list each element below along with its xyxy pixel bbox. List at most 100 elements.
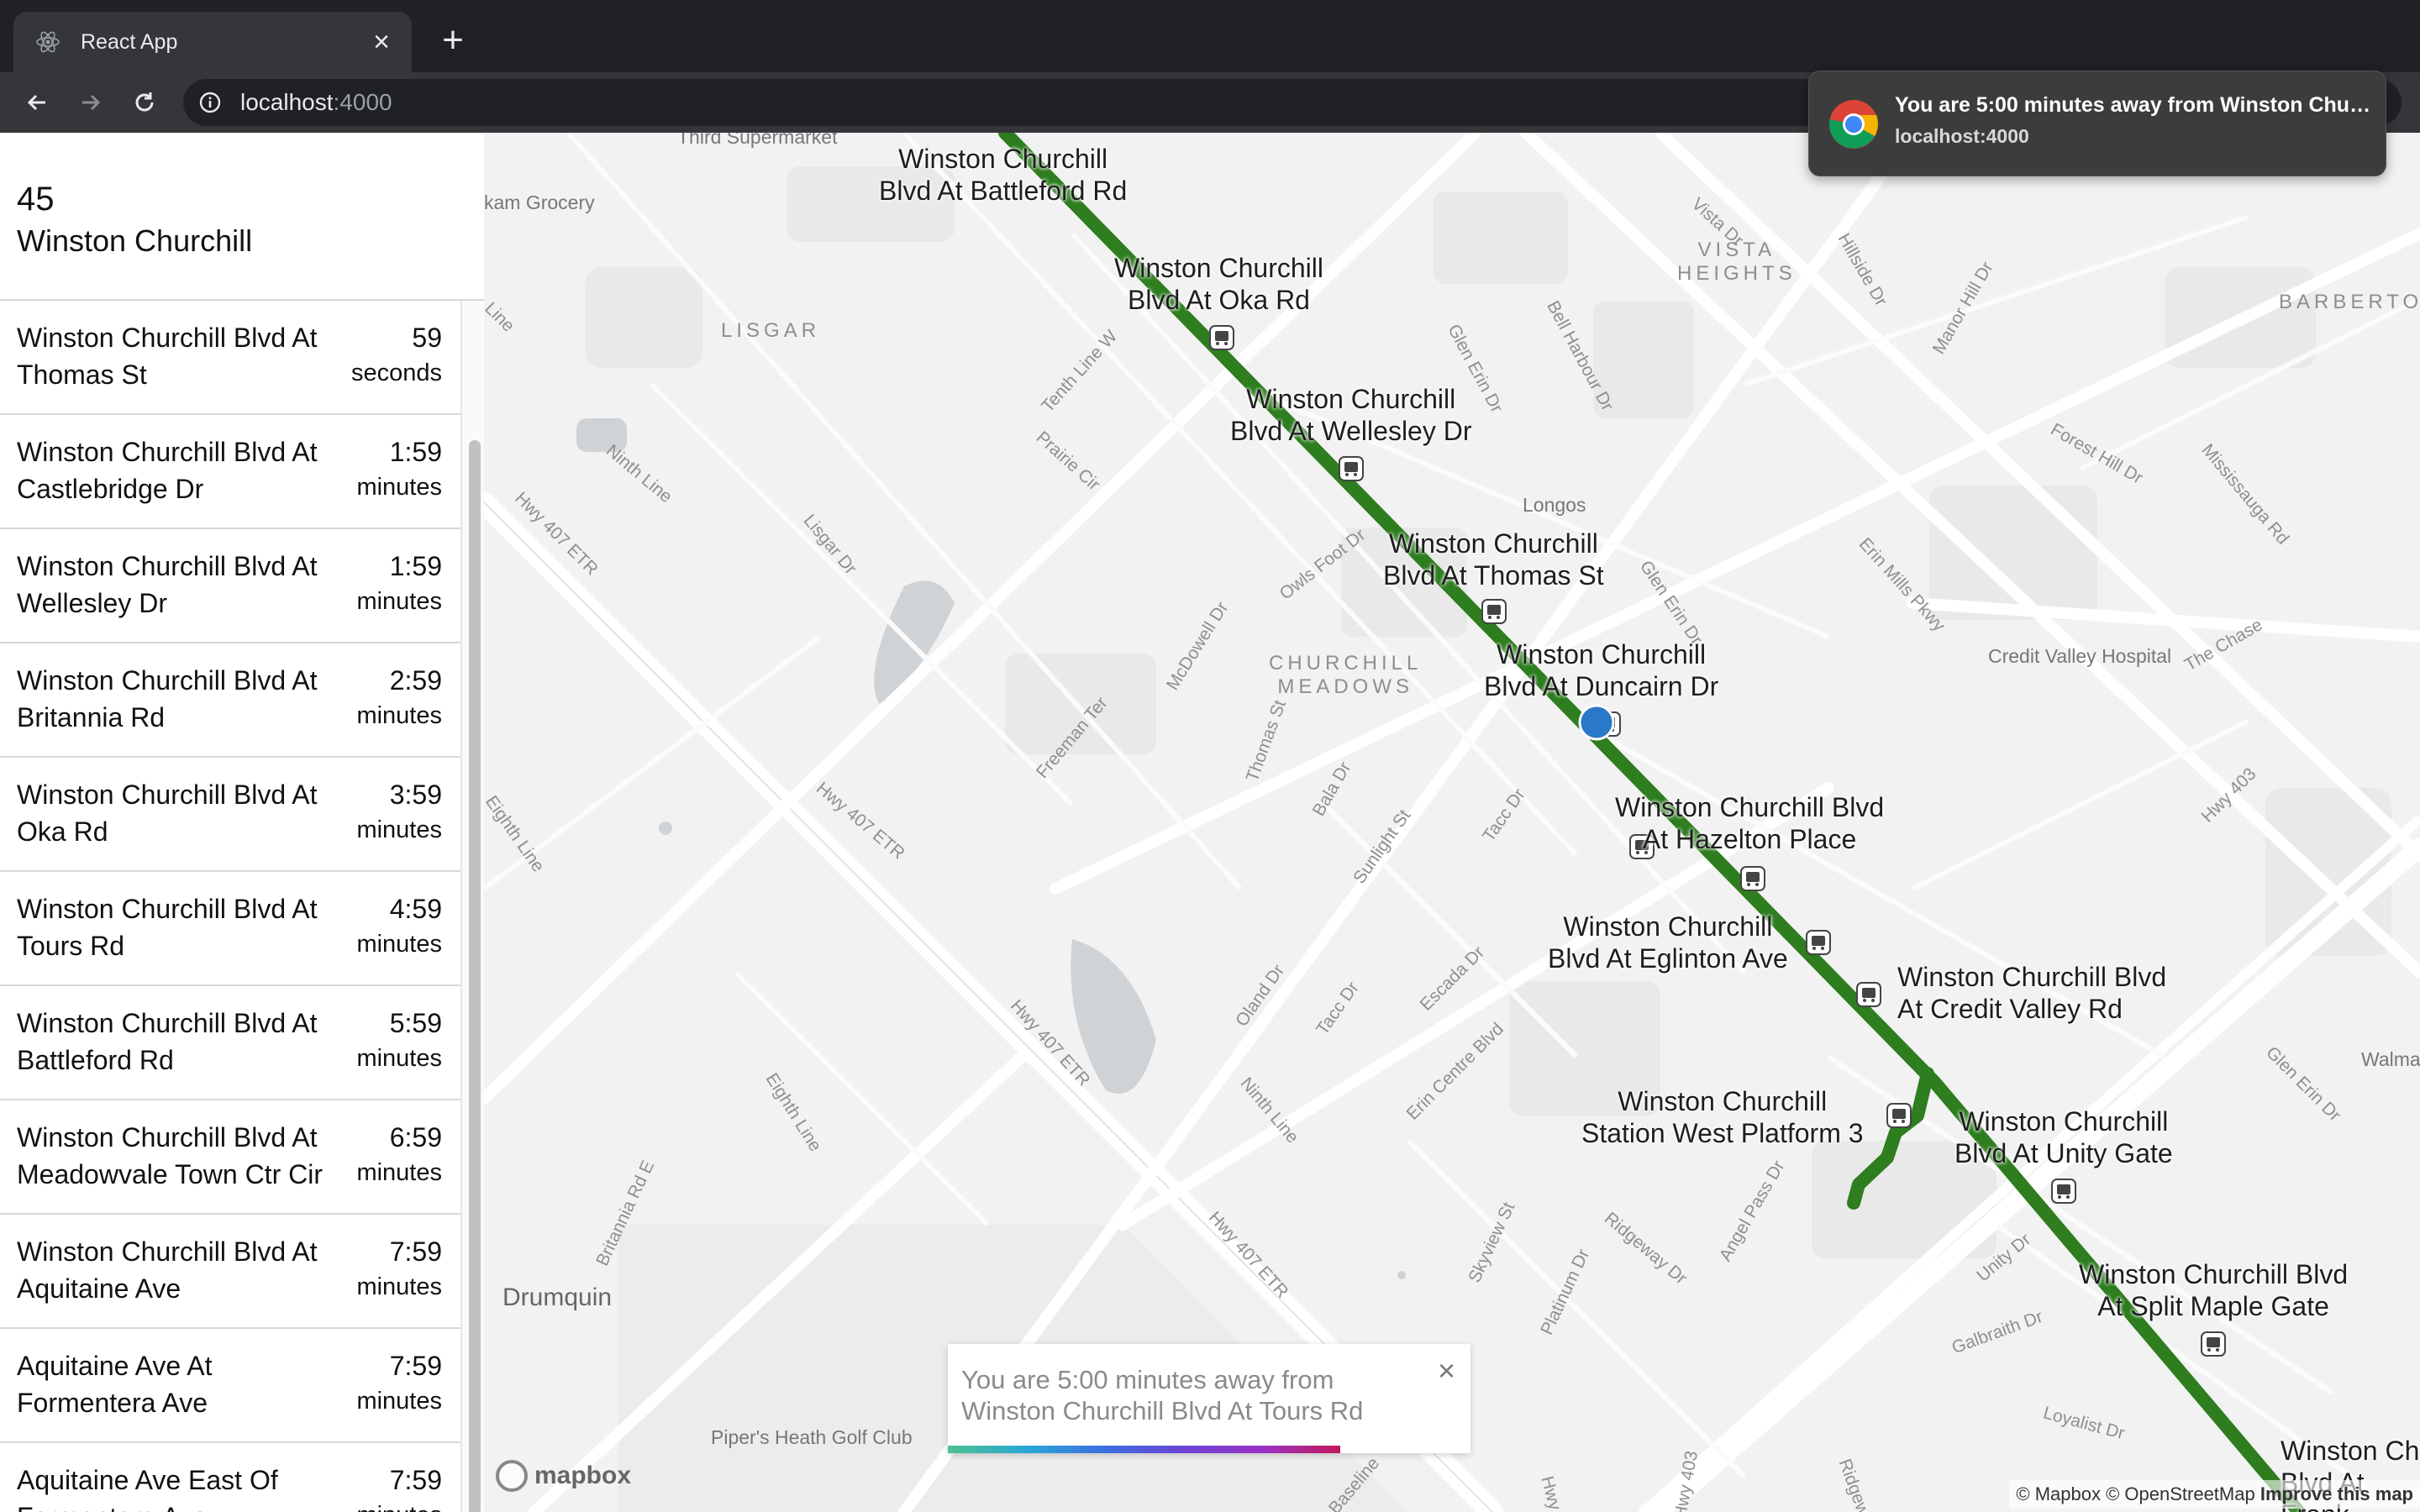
stop-eta-unit: minutes [356, 702, 442, 729]
stop-eta-unit: minutes [356, 816, 442, 843]
stop-name: Winston Churchill Blvd At Aquitaine Ave [17, 1236, 318, 1304]
stop-eta: 59 seconds [351, 319, 442, 393]
arrow-left-icon[interactable] [17, 82, 57, 123]
stop-eta-unit: minutes [356, 931, 442, 958]
stop-eta-unit: minutes [356, 1273, 442, 1300]
stop-row[interactable]: Winston Churchill Blvd At Wellesley Dr 1:… [0, 529, 460, 643]
stop-eta: 7:59 minutes [356, 1462, 442, 1512]
map[interactable]: Winston Churchill Blvd At Battleford Rd … [484, 133, 2420, 1512]
user-location-marker [1578, 704, 1615, 741]
stop-eta-value: 7:59 [389, 1236, 442, 1267]
stop-row[interactable]: Winston Churchill Blvd At Thomas St 59 sec… [0, 301, 460, 415]
stop-label: Winston Churchill Blvd At Credit Valley … [1897, 962, 2167, 1024]
route-header: 45 Winston Churchill [0, 133, 484, 301]
stop-eta-value: 6:59 [389, 1122, 442, 1152]
stop-eta-value: 7:59 [389, 1465, 442, 1495]
stop-eta: 1:59 minutes [356, 433, 442, 507]
stop-label: Winston Churchill Blvd At Hazelton Place [1615, 792, 1885, 854]
stop-row[interactable]: Winston Churchill Blvd At Tours Rd 4:59 mi… [0, 872, 460, 986]
stop-eta-value: 5:59 [389, 1008, 442, 1038]
stop-eta-unit: seconds [350, 360, 442, 386]
stop-eta: 7:59 minutes [356, 1233, 442, 1307]
attribution-text[interactable]: © Mapbox © OpenStreetMap [2016, 1483, 2254, 1504]
stop-row[interactable]: Aquitaine Ave East Of Formentera Ave 7:59… [0, 1443, 460, 1512]
stop-row[interactable]: Winston Churchill Blvd At Oka Rd 3:59 minu… [0, 758, 460, 872]
stop-label: Winston Churchill Blvd At Thomas St [1383, 528, 1604, 591]
info-icon[interactable] [197, 89, 224, 116]
stop-name: Winston Churchill Blvd At Meadowvale Tow… [17, 1122, 323, 1189]
improve-map-link[interactable]: Improve this map [2260, 1483, 2413, 1504]
place-label: Longos [1523, 494, 1586, 516]
stop-label: Winston Churchill Blvd At Unity Gate [1954, 1106, 2173, 1168]
stop-list[interactable]: Winston Churchill Blvd At Thomas St 59 sec… [0, 301, 460, 1512]
stop-label: Winston Churchill Blvd At Eglinton Ave [1548, 911, 1788, 974]
stop-label: Winston Churchill Station West Platform … [1581, 1086, 1864, 1148]
stop-eta: 2:59 minutes [356, 662, 442, 736]
notification-source: localhost:4000 [1895, 125, 2029, 147]
stop-row[interactable]: Winston Churchill Blvd At Castlebridge D… [0, 415, 460, 529]
stop-eta-value: 1:59 [389, 437, 442, 467]
close-icon[interactable]: × [365, 25, 398, 59]
react-atom-icon [35, 29, 60, 55]
stop-eta-unit: minutes [356, 1388, 442, 1415]
route-number: 45 [17, 181, 55, 218]
stop-label: Winston Churchill Blvd At Oka Rd [1114, 253, 1323, 315]
stop-name: Winston Churchill Blvd At Thomas St [17, 323, 318, 390]
stop-eta: 7:59 minutes [356, 1347, 442, 1421]
eta-progress-bar [948, 1446, 1340, 1453]
place-label: Walma [2361, 1048, 2420, 1070]
stop-eta-unit: minutes [356, 474, 442, 501]
stop-eta-value: 59 [412, 323, 442, 353]
url-host: localhost [240, 89, 334, 115]
system-notification[interactable]: You are 5:00 minutes away from Winston C… [1808, 71, 2386, 176]
close-icon[interactable]: × [1438, 1356, 1455, 1386]
route-sidebar: 45 Winston Churchill Winston Churchill B… [0, 133, 484, 1512]
stop-row[interactable]: Winston Churchill Blvd At Aquitaine Ave 7… [0, 1215, 460, 1329]
stop-name: Winston Churchill Blvd At Oka Rd [17, 780, 318, 847]
scrollbar[interactable] [460, 301, 484, 1512]
place-label: Third Supermarket [677, 133, 838, 148]
stop-name: Winston Churchill Blvd At Battleford Rd [17, 1008, 318, 1075]
map-attribution: © Mapbox © OpenStreetMap Improve this ma… [2009, 1480, 2420, 1509]
stop-eta-unit: minutes [356, 1499, 442, 1512]
place-label: Drumquin [502, 1284, 613, 1311]
stop-name: Winston Churchill Blvd At Tours Rd [17, 894, 318, 961]
stop-eta: 1:59 minutes [356, 548, 442, 622]
route-name: Winston Churchill [17, 223, 253, 258]
mapbox-icon [496, 1460, 528, 1492]
stop-row[interactable]: Aquitaine Ave At Formentera Ave 7:59 minut… [0, 1329, 460, 1443]
area-label: LISGAR [721, 319, 821, 342]
stop-eta: 5:59 minutes [356, 1005, 442, 1079]
stop-name: Winston Churchill Blvd At Wellesley Dr [17, 551, 318, 618]
url-port: :4000 [333, 89, 392, 115]
arrow-right-icon[interactable] [71, 82, 111, 123]
stop-eta-unit: minutes [356, 1045, 442, 1072]
chrome-icon [1828, 100, 1878, 149]
area-label: BARBERTOWN [2279, 291, 2420, 313]
mapbox-logo-text: mapbox [534, 1462, 632, 1489]
reload-icon[interactable] [124, 82, 165, 123]
stop-label: Winston Churchill Blvd At Battleford Rd [879, 144, 1128, 206]
stop-label: Winston Churchill Blvd At Wellesley Dr [1230, 384, 1472, 446]
plus-icon[interactable]: + [432, 20, 474, 62]
stop-name: Aquitaine Ave At Formentera Ave [17, 1351, 213, 1418]
stop-eta-value: 1:59 [389, 551, 442, 581]
stop-eta-value: 4:59 [389, 894, 442, 924]
stop-row[interactable]: Winston Churchill Blvd At Battleford Rd 5… [0, 986, 460, 1100]
stop-eta-unit: minutes [356, 588, 442, 615]
scrollbar-thumb[interactable] [469, 440, 481, 1512]
stop-name: Winston Churchill Blvd At Castlebridge D… [17, 437, 318, 504]
url-text: localhost:4000 [240, 89, 392, 116]
stop-eta-value: 3:59 [389, 780, 442, 810]
notification-title: You are 5:00 minutes away from Winston C… [1895, 93, 2374, 117]
stop-label: Winston Churchill Blvd At Duncairn Dr [1484, 639, 1719, 701]
stop-name: Winston Churchill Blvd At Britannia Rd [17, 665, 318, 732]
stop-row[interactable]: Winston Churchill Blvd At Meadowvale Tow… [0, 1100, 460, 1215]
browser-tabstrip: React App × + [0, 0, 2420, 72]
eta-message: You are 5:00 minutes away from Winston C… [961, 1365, 1364, 1425]
mapbox-logo[interactable]: mapbox [496, 1460, 631, 1492]
place-label: Credit Valley Hospital [1988, 645, 2172, 667]
stop-row[interactable]: Winston Churchill Blvd At Britannia Rd 2:… [0, 643, 460, 758]
place-label: kam Grocery [484, 192, 595, 213]
browser-tab[interactable]: React App × [13, 12, 412, 72]
